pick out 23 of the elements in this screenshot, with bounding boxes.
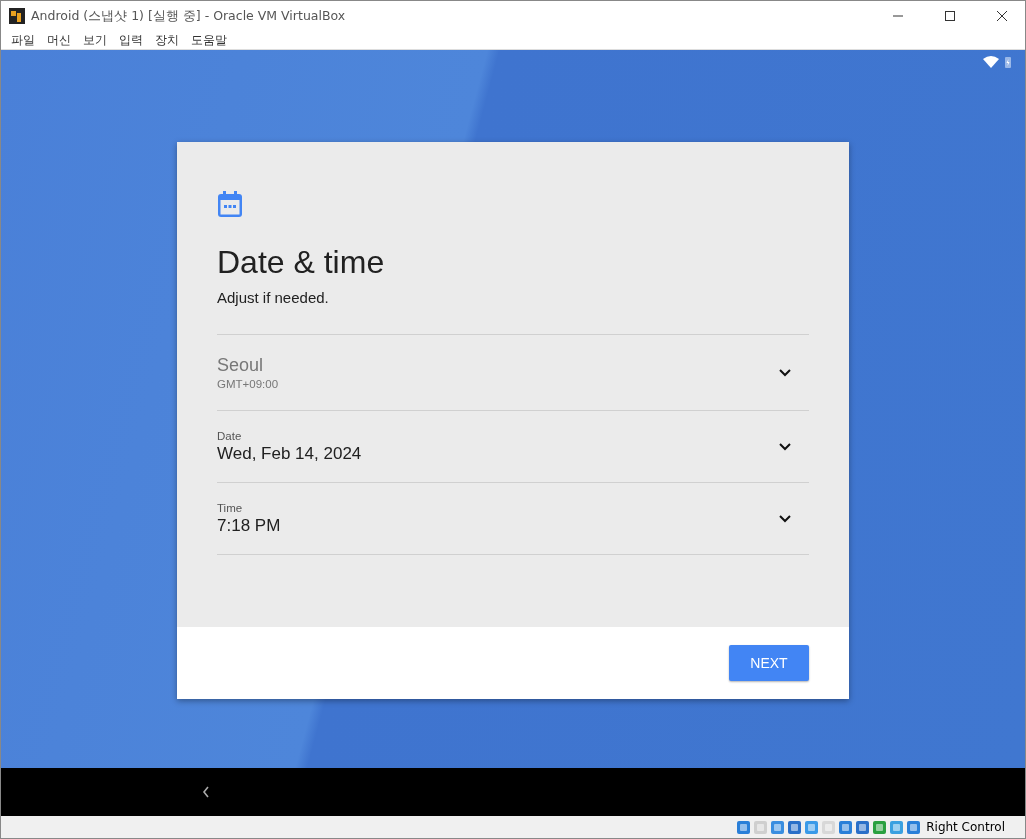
dropdown-caret-icon <box>779 442 791 451</box>
dropdown-caret-icon <box>779 368 791 377</box>
page-title: Date & time <box>217 244 386 281</box>
menu-item[interactable]: 장치 <box>149 31 185 49</box>
menu-item[interactable]: 파일 <box>5 31 41 49</box>
wifi-icon <box>983 56 999 68</box>
window-title: Android (스냅샷 1) [실행 중] - Oracle VM VirtualBox <box>31 7 347 25</box>
app-icon <box>9 8 25 24</box>
page-subtitle: Adjust if needed. <box>217 289 330 306</box>
back-icon[interactable] <box>201 785 211 799</box>
menu-item[interactable]: 입력 <box>113 31 149 49</box>
menu-item[interactable]: 머신 <box>41 31 77 49</box>
dropdown-caret-icon <box>779 514 791 523</box>
maximize-icon[interactable] <box>945 11 955 21</box>
battery-charging-icon <box>1005 56 1011 68</box>
menu-item[interactable]: 보기 <box>77 31 113 49</box>
picker-field[interactable]: Time 7:18 PM <box>217 483 809 555</box>
next-button[interactable]: NEXT <box>729 645 809 681</box>
menu-item[interactable]: 도움말 <box>185 31 233 49</box>
host-key-label: Right Control <box>926 820 1005 834</box>
picker-field[interactable]: Date Wed, Feb 14, 2024 <box>217 411 809 483</box>
calendar-icon <box>217 190 243 218</box>
close-icon[interactable] <box>997 11 1007 21</box>
